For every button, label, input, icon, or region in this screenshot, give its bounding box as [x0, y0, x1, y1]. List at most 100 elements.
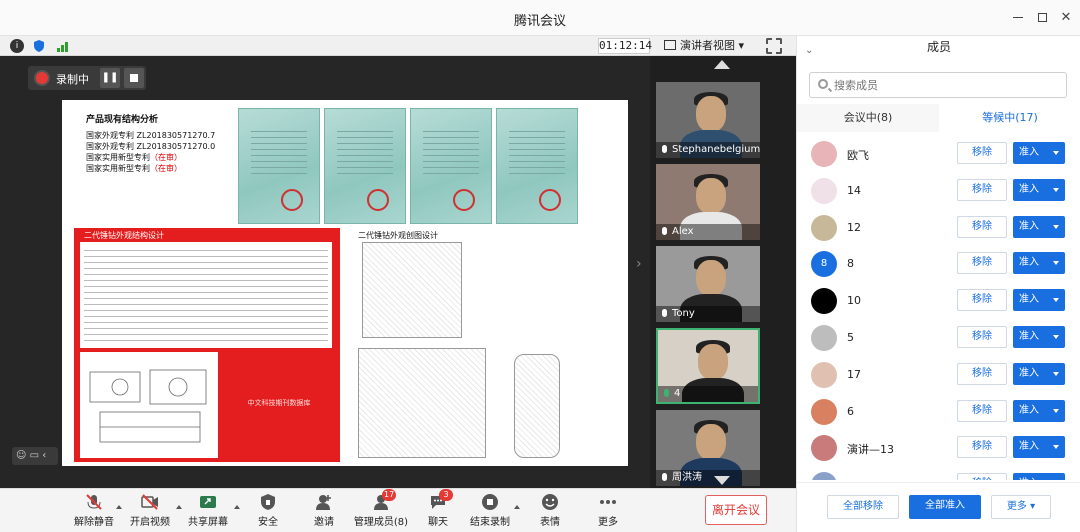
remove-button[interactable]: 移除 — [957, 473, 1007, 480]
manage-members-button[interactable]: 17 管理成员(8) — [352, 489, 410, 529]
admit-button[interactable]: 准入 — [1013, 215, 1065, 238]
remove-button[interactable]: 移除 — [957, 215, 1007, 238]
video-tile[interactable]: Alex — [656, 164, 760, 240]
next-slide-icon[interactable]: › — [636, 256, 642, 272]
admit-label: 准入 — [1019, 220, 1039, 232]
avatar — [811, 435, 837, 462]
invite-button[interactable]: 邀请 — [296, 493, 352, 529]
member-search[interactable] — [809, 72, 1067, 98]
remove-button[interactable]: 移除 — [957, 289, 1007, 312]
video-tile[interactable]: Tony — [656, 246, 760, 322]
smile-icon — [541, 493, 559, 511]
shield-icon — [259, 493, 277, 511]
search-input[interactable] — [834, 76, 1060, 94]
scroll-down-icon[interactable] — [714, 476, 730, 485]
admit-button[interactable]: 准入 — [1013, 178, 1065, 201]
remove-button[interactable]: 移除 — [957, 252, 1007, 275]
patent-line: 国家实用新型专利（在审） — [86, 164, 182, 173]
chat-badge: 3 — [439, 489, 453, 501]
member-row: 14 移除 准入 — [797, 173, 1080, 209]
title-bar: 腾讯会议 ✕ — [0, 0, 1080, 36]
chevron-down-icon[interactable] — [1053, 151, 1059, 155]
minimize-icon[interactable] — [1010, 9, 1026, 25]
admit-button[interactable]: 准入 — [1013, 289, 1065, 312]
database-caption: 中文科技期刊数据库 — [247, 399, 311, 407]
scroll-up-icon[interactable] — [714, 60, 730, 69]
admit-all-button[interactable]: 全部准入 — [909, 495, 981, 519]
chevron-down-icon[interactable] — [1053, 298, 1059, 303]
video-tile[interactable]: 周洪涛 — [656, 410, 760, 486]
remove-button[interactable]: 移除 — [957, 326, 1007, 348]
close-icon[interactable]: ✕ — [1058, 9, 1074, 25]
chevron-down-icon[interactable] — [1053, 187, 1059, 192]
patent-line: 国家外观专利 ZL201830571270.7 — [86, 131, 216, 140]
remove-button[interactable]: 移除 — [957, 436, 1007, 459]
share-screen-button[interactable]: 共享屏幕 — [180, 493, 236, 529]
certificate-image — [496, 108, 578, 224]
leave-meeting-button[interactable]: 离开会议 — [705, 495, 767, 525]
start-video-button[interactable]: 开启视频 — [122, 493, 178, 529]
chevron-down-icon[interactable] — [1053, 224, 1059, 229]
window-title: 腾讯会议 — [513, 14, 566, 29]
members-panel: ⌄ 成员 会议中(8) 等候中(17) 欧飞移除准入14移除准入12移除准入88… — [796, 36, 1080, 532]
shield-icon[interactable] — [32, 39, 46, 53]
pause-recording-button[interactable]: ❚❚ — [100, 68, 120, 88]
member-tabs: 会议中(8) 等候中(17) — [797, 104, 1080, 132]
remove-button[interactable]: 移除 — [957, 142, 1007, 164]
admit-label: 准入 — [1019, 441, 1039, 453]
panel-header: ⌄ 成员 — [797, 36, 1080, 62]
maximize-icon[interactable] — [1034, 9, 1050, 25]
admit-button[interactable]: 准入 — [1013, 436, 1065, 459]
remove-button[interactable]: 移除 — [957, 178, 1007, 201]
video-participant-name: Alex — [656, 224, 760, 240]
more-button[interactable]: 更多 — [580, 493, 636, 529]
more-options-button[interactable]: 更多 ▾ — [991, 495, 1051, 519]
tab-waiting[interactable]: 等候中(17) — [939, 104, 1080, 132]
chevron-down-icon[interactable] — [1053, 261, 1059, 266]
avatar: 8 — [811, 251, 837, 278]
security-button[interactable]: 安全 — [240, 493, 296, 529]
video-participant-name: Stephanebelgium朝... — [656, 142, 760, 158]
stop-recording-button[interactable] — [124, 68, 144, 88]
admit-button[interactable]: 准入 — [1013, 399, 1065, 422]
fullscreen-icon[interactable] — [766, 38, 782, 54]
technical-drawing — [514, 354, 560, 458]
chevron-down-icon[interactable] — [1053, 335, 1059, 339]
member-row: 10 移除 准入 — [797, 283, 1080, 319]
chevron-down-icon[interactable] — [1053, 445, 1059, 450]
unmute-button[interactable]: 解除静音 — [66, 493, 122, 529]
admit-button[interactable]: 准入 — [1013, 142, 1065, 164]
avatar — [811, 141, 837, 167]
stop-recording-toolbar-button[interactable]: 结束录制 — [462, 493, 518, 529]
reaction-bar[interactable]: ☺ ▭ ‹ — [12, 447, 58, 465]
admit-button[interactable]: 准入 — [1013, 362, 1065, 385]
admit-button[interactable]: 准入 — [1013, 252, 1065, 275]
info-icon[interactable]: i — [10, 39, 24, 53]
video-participant-name: 4 — [658, 386, 758, 402]
record-options-caret[interactable] — [514, 505, 520, 509]
chat-button[interactable]: 3 聊天 — [410, 489, 466, 529]
avatar — [811, 214, 837, 241]
member-name: 5 — [847, 331, 854, 344]
add-user-icon — [315, 493, 333, 511]
remove-button[interactable]: 移除 — [957, 399, 1007, 422]
microphone-icon — [662, 145, 667, 153]
chevron-down-icon[interactable] — [1053, 371, 1059, 376]
admit-button[interactable]: 准入 — [1013, 473, 1065, 480]
video-tile-active[interactable]: 4 — [656, 328, 760, 404]
admit-label: 准入 — [1019, 294, 1039, 306]
document-snippet — [80, 242, 332, 348]
emoji-button[interactable]: 表情 — [522, 493, 578, 529]
admit-button[interactable]: 准入 — [1013, 326, 1065, 348]
chevron-down-icon[interactable]: ⌄ — [805, 40, 813, 62]
remove-all-button[interactable]: 全部移除 — [827, 495, 899, 519]
remove-button[interactable]: 移除 — [957, 362, 1007, 385]
video-tile[interactable]: Stephanebelgium朝... — [656, 82, 760, 158]
meeting-top-bar: i 01:12:14 演讲者视图 ▾ — [0, 36, 796, 56]
certificate-image — [324, 108, 406, 224]
member-name: 8 — [847, 257, 854, 271]
signal-icon[interactable] — [56, 39, 70, 53]
view-mode-button[interactable]: 演讲者视图 ▾ — [660, 37, 752, 55]
chevron-down-icon[interactable] — [1053, 408, 1059, 413]
tab-in-meeting[interactable]: 会议中(8) — [797, 104, 939, 132]
